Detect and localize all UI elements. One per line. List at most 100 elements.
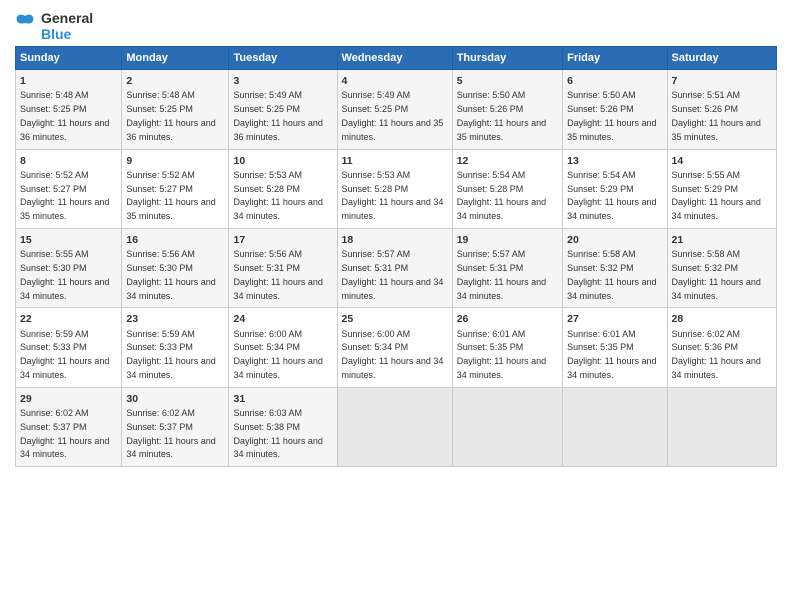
cell-info: Sunrise: 6:02 AMSunset: 5:36 PMDaylight:… bbox=[672, 329, 761, 380]
day-number: 2 bbox=[126, 74, 224, 88]
calendar-cell: 5 Sunrise: 5:50 AMSunset: 5:26 PMDaylight… bbox=[452, 70, 562, 149]
day-number: 8 bbox=[20, 154, 117, 168]
cell-info: Sunrise: 5:59 AMSunset: 5:33 PMDaylight:… bbox=[20, 329, 109, 380]
calendar-cell: 17 Sunrise: 5:56 AMSunset: 5:31 PMDayligh… bbox=[229, 229, 337, 308]
day-number: 13 bbox=[567, 154, 662, 168]
day-number: 15 bbox=[20, 233, 117, 247]
calendar-cell: 15 Sunrise: 5:55 AMSunset: 5:30 PMDayligh… bbox=[16, 229, 122, 308]
header-tuesday: Tuesday bbox=[229, 47, 337, 70]
cell-info: Sunrise: 5:59 AMSunset: 5:33 PMDaylight:… bbox=[126, 329, 215, 380]
cell-info: Sunrise: 5:56 AMSunset: 5:30 PMDaylight:… bbox=[126, 249, 215, 300]
day-number: 18 bbox=[342, 233, 448, 247]
cell-info: Sunrise: 5:55 AMSunset: 5:30 PMDaylight:… bbox=[20, 249, 109, 300]
cell-info: Sunrise: 5:58 AMSunset: 5:32 PMDaylight:… bbox=[567, 249, 656, 300]
day-number: 25 bbox=[342, 312, 448, 326]
calendar-cell: 12 Sunrise: 5:54 AMSunset: 5:28 PMDayligh… bbox=[452, 149, 562, 228]
calendar-cell bbox=[563, 387, 667, 466]
header-monday: Monday bbox=[122, 47, 229, 70]
calendar-cell: 8 Sunrise: 5:52 AMSunset: 5:27 PMDaylight… bbox=[16, 149, 122, 228]
cell-info: Sunrise: 5:49 AMSunset: 5:25 PMDaylight:… bbox=[342, 90, 444, 141]
cell-info: Sunrise: 6:01 AMSunset: 5:35 PMDaylight:… bbox=[567, 329, 656, 380]
cell-info: Sunrise: 6:02 AMSunset: 5:37 PMDaylight:… bbox=[126, 408, 215, 459]
calendar-table: SundayMondayTuesdayWednesdayThursdayFrid… bbox=[15, 46, 777, 467]
day-number: 5 bbox=[457, 74, 558, 88]
calendar-cell: 19Sunrise: 5:57 AMSunset: 5:31 PMDayligh… bbox=[452, 229, 562, 308]
cell-info: Sunrise: 5:48 AMSunset: 5:25 PMDaylight:… bbox=[126, 90, 215, 141]
day-number: 17 bbox=[233, 233, 332, 247]
day-number: 1 bbox=[20, 74, 117, 88]
calendar-cell: 1 Sunrise: 5:48 AMSunset: 5:25 PMDaylight… bbox=[16, 70, 122, 149]
calendar-header-row: SundayMondayTuesdayWednesdayThursdayFrid… bbox=[16, 47, 777, 70]
day-number: 16 bbox=[126, 233, 224, 247]
header-wednesday: Wednesday bbox=[337, 47, 452, 70]
cell-info: Sunrise: 5:54 AMSunset: 5:28 PMDaylight:… bbox=[457, 170, 546, 221]
day-number: 9 bbox=[126, 154, 224, 168]
cell-info: Sunrise: 5:52 AMSunset: 5:27 PMDaylight:… bbox=[126, 170, 215, 221]
cell-info: Sunrise: 5:57 AMSunset: 5:31 PMDaylight:… bbox=[342, 249, 444, 300]
cell-info: Sunrise: 5:50 AMSunset: 5:26 PMDaylight:… bbox=[457, 90, 546, 141]
day-number: 26 bbox=[457, 312, 558, 326]
day-number: 14 bbox=[672, 154, 772, 168]
calendar-cell: 30 Sunrise: 6:02 AMSunset: 5:37 PMDayligh… bbox=[122, 387, 229, 466]
calendar-cell: 3Sunrise: 5:49 AMSunset: 5:25 PMDaylight… bbox=[229, 70, 337, 149]
calendar-cell: 21 Sunrise: 5:58 AMSunset: 5:32 PMDayligh… bbox=[667, 229, 776, 308]
day-number: 4 bbox=[342, 74, 448, 88]
day-number: 28 bbox=[672, 312, 772, 326]
calendar-cell: 26 Sunrise: 6:01 AMSunset: 5:35 PMDayligh… bbox=[452, 308, 562, 387]
calendar-cell: 7 Sunrise: 5:51 AMSunset: 5:26 PMDaylight… bbox=[667, 70, 776, 149]
cell-info: Sunrise: 5:57 AMSunset: 5:31 PMDaylight:… bbox=[457, 249, 546, 300]
calendar-cell: 16 Sunrise: 5:56 AMSunset: 5:30 PMDayligh… bbox=[122, 229, 229, 308]
calendar-cell: 22 Sunrise: 5:59 AMSunset: 5:33 PMDayligh… bbox=[16, 308, 122, 387]
logo-text-general: General bbox=[41, 10, 93, 26]
calendar-cell: 4 Sunrise: 5:49 AMSunset: 5:25 PMDaylight… bbox=[337, 70, 452, 149]
cell-info: Sunrise: 5:56 AMSunset: 5:31 PMDaylight:… bbox=[233, 249, 322, 300]
header: General Blue bbox=[15, 10, 777, 42]
cell-info: Sunrise: 6:03 AMSunset: 5:38 PMDaylight:… bbox=[233, 408, 322, 459]
day-number: 21 bbox=[672, 233, 772, 247]
logo-bird-icon bbox=[15, 11, 35, 41]
calendar-cell bbox=[452, 387, 562, 466]
day-number: 30 bbox=[126, 392, 224, 406]
day-number: 24 bbox=[233, 312, 332, 326]
week-row-5: 29Sunrise: 6:02 AMSunset: 5:37 PMDayligh… bbox=[16, 387, 777, 466]
day-number: 23 bbox=[126, 312, 224, 326]
calendar-cell: 9 Sunrise: 5:52 AMSunset: 5:27 PMDaylight… bbox=[122, 149, 229, 228]
cell-info: Sunrise: 6:02 AMSunset: 5:37 PMDaylight:… bbox=[20, 408, 109, 459]
cell-info: Sunrise: 5:55 AMSunset: 5:29 PMDaylight:… bbox=[672, 170, 761, 221]
cell-info: Sunrise: 5:52 AMSunset: 5:27 PMDaylight:… bbox=[20, 170, 109, 221]
calendar-cell: 18 Sunrise: 5:57 AMSunset: 5:31 PMDayligh… bbox=[337, 229, 452, 308]
calendar-cell: 14 Sunrise: 5:55 AMSunset: 5:29 PMDayligh… bbox=[667, 149, 776, 228]
calendar-cell: 31Sunrise: 6:03 AMSunset: 5:38 PMDayligh… bbox=[229, 387, 337, 466]
cell-info: Sunrise: 6:01 AMSunset: 5:35 PMDaylight:… bbox=[457, 329, 546, 380]
header-thursday: Thursday bbox=[452, 47, 562, 70]
day-number: 7 bbox=[672, 74, 772, 88]
day-number: 3 bbox=[233, 74, 332, 88]
day-number: 20 bbox=[567, 233, 662, 247]
day-number: 12 bbox=[457, 154, 558, 168]
header-sunday: Sunday bbox=[16, 47, 122, 70]
cell-info: Sunrise: 5:48 AMSunset: 5:25 PMDaylight:… bbox=[20, 90, 109, 141]
cell-info: Sunrise: 6:00 AMSunset: 5:34 PMDaylight:… bbox=[233, 329, 322, 380]
week-row-2: 8 Sunrise: 5:52 AMSunset: 5:27 PMDaylight… bbox=[16, 149, 777, 228]
cell-info: Sunrise: 5:51 AMSunset: 5:26 PMDaylight:… bbox=[672, 90, 761, 141]
calendar-cell bbox=[337, 387, 452, 466]
page-container: General Blue SundayMondayTuesdayWednesda… bbox=[0, 0, 792, 472]
logo: General Blue bbox=[15, 10, 93, 42]
calendar-cell: 10Sunrise: 5:53 AMSunset: 5:28 PMDayligh… bbox=[229, 149, 337, 228]
cell-info: Sunrise: 5:53 AMSunset: 5:28 PMDaylight:… bbox=[342, 170, 444, 221]
calendar-cell: 13 Sunrise: 5:54 AMSunset: 5:29 PMDayligh… bbox=[563, 149, 667, 228]
logo-text-blue: Blue bbox=[41, 26, 93, 42]
day-number: 11 bbox=[342, 154, 448, 168]
cell-info: Sunrise: 5:54 AMSunset: 5:29 PMDaylight:… bbox=[567, 170, 656, 221]
calendar-cell: 2 Sunrise: 5:48 AMSunset: 5:25 PMDaylight… bbox=[122, 70, 229, 149]
calendar-cell: 20 Sunrise: 5:58 AMSunset: 5:32 PMDayligh… bbox=[563, 229, 667, 308]
week-row-3: 15 Sunrise: 5:55 AMSunset: 5:30 PMDayligh… bbox=[16, 229, 777, 308]
week-row-1: 1 Sunrise: 5:48 AMSunset: 5:25 PMDaylight… bbox=[16, 70, 777, 149]
calendar-cell: 23 Sunrise: 5:59 AMSunset: 5:33 PMDayligh… bbox=[122, 308, 229, 387]
day-number: 6 bbox=[567, 74, 662, 88]
calendar-cell bbox=[667, 387, 776, 466]
calendar-cell: 24 Sunrise: 6:00 AMSunset: 5:34 PMDayligh… bbox=[229, 308, 337, 387]
day-number: 22 bbox=[20, 312, 117, 326]
cell-info: Sunrise: 5:58 AMSunset: 5:32 PMDaylight:… bbox=[672, 249, 761, 300]
calendar-cell: 25Sunrise: 6:00 AMSunset: 5:34 PMDayligh… bbox=[337, 308, 452, 387]
